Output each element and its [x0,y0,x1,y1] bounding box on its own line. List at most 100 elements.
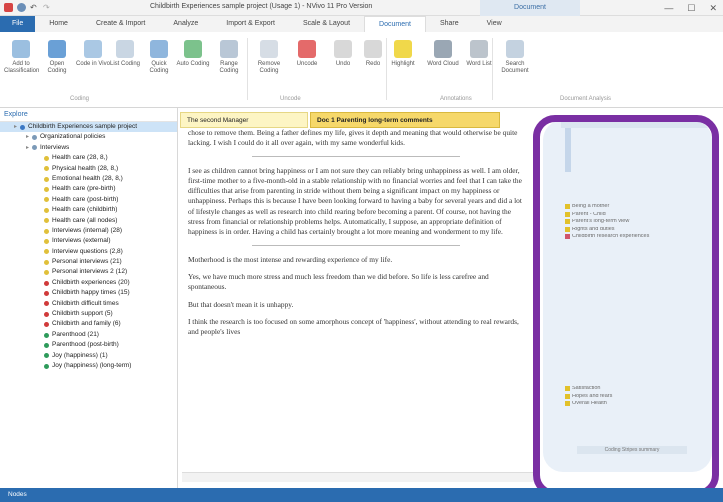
coding-stripe-label: Childbirth research experiences [572,234,650,239]
tree-item[interactable]: Childbirth happy times (15) [0,288,177,298]
range-coding-button[interactable]: Range Coding [212,40,246,75]
quick-coding-button[interactable]: Quick Coding [142,40,176,75]
ribbon-tab-view[interactable]: View [473,16,516,32]
coding-stripe[interactable]: Rights and duties [565,226,705,232]
document-tab-active[interactable]: Doc 1 Parenting long-term comments [310,112,500,128]
tree-item[interactable]: Personal interviews 2 (12) [0,267,177,277]
code-in-vivo-button[interactable]: Code in Vivo [76,40,110,68]
user-icon[interactable] [17,3,26,12]
tree-item-label: Parenthood (post-birth) [52,341,119,349]
tree-item[interactable]: Interviews (internal) (28) [0,226,177,236]
tree-item-label: Childbirth happy times (15) [52,289,130,297]
ribbon-separator [247,38,248,100]
tree-item-label: Childbirth and family (6) [52,320,121,328]
word-list-button[interactable]: Word List [462,40,496,68]
ribbon-button-label: Remove Coding [257,61,281,74]
node-icon [44,176,49,182]
coding-stripe-label: Rights and duties [572,226,615,232]
tree-item[interactable]: Interview questions (2,8) [0,247,177,257]
tree-item[interactable]: ▸ Interviews [0,143,177,153]
coding-stripe[interactable]: Childbirth research experiences [565,234,705,239]
add-to-classification-button[interactable]: Add to Classification [4,40,39,75]
tree-item-label: Health care (childbirth) [52,206,118,214]
coding-stripes-footer[interactable]: Coding Stripes summary [577,446,687,454]
minimize-button[interactable]: — [664,3,673,14]
tree-item-label: Interviews [40,143,70,151]
ribbon-tab-scale-layout[interactable]: Scale & Layout [289,16,364,32]
node-tree: ▸ Childbirth Experiences sample project ▸ O… [0,122,177,371]
node-icon [32,135,37,141]
tree-item[interactable]: Childbirth difficult times [0,299,177,309]
horizontal-scrollbar[interactable] [182,472,534,482]
save-icon[interactable] [4,3,13,12]
ribbon-tab-import-export[interactable]: Import & Export [212,16,289,32]
list-coding-button[interactable]: List Coding [108,40,142,68]
ribbon-tab-file[interactable]: File [0,16,36,32]
tree-item[interactable]: Parenthood (post-birth) [0,340,177,350]
search-document-button[interactable]: Search Document [498,40,532,75]
ribbon-tab-share[interactable]: Share [426,16,473,32]
redo-icon[interactable]: ↷ [43,3,52,12]
coding-stripe[interactable]: Being a mother [565,204,705,209]
tree-item-label: Childbirth difficult times [52,299,119,307]
tree-item[interactable]: Childbirth experiences (20) [0,278,177,288]
ribbon-tab-document[interactable]: Document [364,16,426,32]
ribbon-tab-home[interactable]: Home [35,16,82,32]
ribbon-tab-analyze[interactable]: Analyze [159,16,212,32]
highlight-button[interactable]: Highlight [386,40,420,68]
ribbon-button-label: Redo [365,61,381,67]
node-icon [44,207,49,213]
node-icon [44,197,49,203]
word-list-icon [470,40,488,58]
tree-item[interactable]: Personal interviews (21) [0,257,177,267]
tree-item[interactable]: Childbirth support (5) [0,309,177,319]
coding-stripe[interactable]: Hopes and fears [565,393,705,399]
tree-item[interactable]: ▸ Childbirth Experiences sample project [0,122,177,133]
undo-icon[interactable]: ↶ [30,3,39,12]
document-tab[interactable]: The second Manager [180,112,308,128]
tree-item[interactable]: Health care (childbirth) [0,205,177,215]
tree-item[interactable]: Physical health (28, 8,) [0,164,177,174]
tree-item[interactable]: Parenthood (21) [0,330,177,340]
node-icon [44,166,49,172]
tree-item[interactable]: Health care (post-birth) [0,195,177,205]
tree-item-label: Personal interviews (21) [52,258,122,266]
coding-stripe[interactable]: Satisfaction [565,386,705,391]
word-cloud-button[interactable]: Word Cloud [426,40,460,68]
navigation-header[interactable]: Explore [0,108,177,122]
ribbon-button-label: Word List [466,61,492,67]
tree-item[interactable]: Childbirth and family (6) [0,319,177,329]
remove-coding-button[interactable]: Remove Coding [252,40,286,75]
coding-stripe[interactable]: Overall Health [565,401,705,406]
undo-button[interactable]: Undo [326,40,360,68]
coding-stripe[interactable]: Parent - Child [565,211,705,217]
tree-item[interactable]: Health care (pre-birth) [0,184,177,194]
ribbon-tabs: File Home Create & Import Analyze Import & E… [0,16,723,32]
coding-stripe[interactable]: Parent's long-term view [565,219,705,224]
tree-item[interactable]: ▸ Organizational policies [0,132,177,142]
tree-item[interactable]: Interviews (external) [0,236,177,246]
node-icon [44,238,49,244]
tree-item[interactable]: Joy (happiness) (1) [0,351,177,361]
maximize-button[interactable]: ☐ [687,3,695,14]
paragraph: Yes, we have much more stress and much l… [188,271,489,292]
auto-coding-button[interactable]: Auto Coding [176,40,210,68]
word-cloud-icon [434,40,452,58]
uncode-icon [298,40,316,58]
ribbon-tab-create-import[interactable]: Create & Import [82,16,159,32]
paragraph: Motherhood is the most intense and rewar… [188,254,393,264]
open-coding-button[interactable]: Open Coding [40,40,74,75]
quick-coding-icon [150,40,168,58]
close-button[interactable]: ✕ [709,3,717,14]
tree-item[interactable]: Joy (happiness) (long-term) [0,361,177,371]
code-in-vivo-icon [84,40,102,58]
window-controls: — ☐ ✕ [664,3,717,14]
redo-button[interactable]: Redo [356,40,390,68]
ribbon-button-label: Code in Vivo [76,61,110,67]
document-content[interactable]: chose to remove them. Being a father def… [182,128,534,468]
tree-item[interactable]: Health care (all nodes) [0,216,177,226]
tree-item[interactable]: Emotional health (28, 8,) [0,174,177,184]
divider [252,155,460,157]
uncode-button[interactable]: Uncode [290,40,324,68]
tree-item[interactable]: Health care (28, 8,) [0,153,177,163]
